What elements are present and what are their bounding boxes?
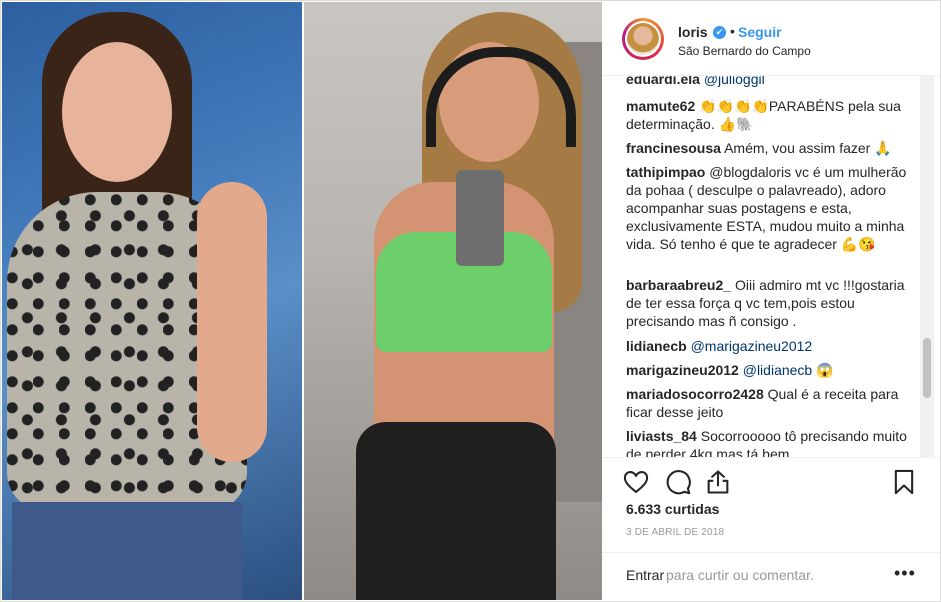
- comment-item: barbaraabreu2_ Oiii admiro mt vc !!!gost…: [626, 276, 908, 330]
- share-icon[interactable]: [704, 468, 732, 496]
- after-photo: [304, 2, 602, 600]
- comment-username[interactable]: francinesousa: [626, 140, 721, 156]
- heart-icon[interactable]: [622, 468, 650, 496]
- comment-text[interactable]: @marigazineu2012: [691, 338, 813, 354]
- comment-item: mamute62 👏👏👏👏PARABÉNS pela sua determina…: [626, 97, 908, 133]
- login-link[interactable]: Entrar: [626, 567, 664, 583]
- verified-badge-icon: ✔: [713, 26, 726, 39]
- scrollbar-thumb[interactable]: [923, 338, 931, 398]
- comment-username[interactable]: mariadosocorro2428: [626, 386, 764, 402]
- avatar-image: [627, 23, 659, 55]
- comments-list[interactable]: eduardi.ela @julioggil mamute62 👏👏👏👏PARA…: [602, 76, 940, 457]
- comment-text[interactable]: @lidianecb 😱: [743, 362, 834, 378]
- comment-icon[interactable]: [664, 468, 692, 496]
- post-header: loris ✔ • Seguir São Bernardo do Campo: [602, 2, 940, 76]
- comment-username[interactable]: barbaraabreu2_: [626, 277, 731, 293]
- separator-dot: •: [730, 23, 735, 39]
- post-photo[interactable]: [2, 2, 602, 600]
- post-modal: loris ✔ • Seguir São Bernardo do Campo e…: [0, 0, 941, 602]
- comment-placeholder: para curtir ou comentar.: [666, 567, 814, 583]
- after-leggings: [356, 422, 556, 600]
- comment-item: eduardi.ela @julioggil: [626, 76, 908, 88]
- comment-username[interactable]: liviasts_84: [626, 428, 697, 444]
- comment-text[interactable]: @julioggil: [704, 76, 765, 87]
- likes-count[interactable]: 6.633 curtidas: [626, 501, 719, 517]
- post-sidebar: loris ✔ • Seguir São Bernardo do Campo e…: [602, 2, 940, 600]
- comment-item: tathipimpao @blogdaloris vc é um mulherã…: [626, 163, 908, 253]
- location-link[interactable]: São Bernardo do Campo: [678, 44, 811, 58]
- before-jeans: [12, 502, 242, 600]
- follow-button[interactable]: Seguir: [738, 24, 782, 40]
- before-photo: [2, 2, 302, 600]
- more-options-icon[interactable]: •••: [894, 563, 916, 584]
- comment-username[interactable]: marigazineu2012: [626, 362, 739, 378]
- comment-item: francinesousa Amém, vou assim fazer 🙏: [626, 139, 908, 157]
- bookmark-icon[interactable]: [890, 468, 918, 496]
- comment-input-bar: Entrar para curtir ou comentar. •••: [602, 552, 940, 601]
- comment-username[interactable]: tathipimpao: [626, 164, 705, 180]
- avatar[interactable]: [622, 18, 664, 60]
- comment-item: marigazineu2012 @lidianecb 😱: [626, 361, 908, 379]
- comment-item: liviasts_84 Socorrooooo tô precisando mu…: [626, 427, 908, 457]
- comment-item: mariadosocorro2428 Qual é a receita para…: [626, 385, 908, 421]
- after-phone: [456, 170, 504, 266]
- comment-username[interactable]: mamute62: [626, 98, 695, 114]
- comments-scrollbar[interactable]: [920, 76, 934, 457]
- comment-username[interactable]: eduardi.ela: [626, 76, 700, 87]
- comment-text: Amém, vou assim fazer 🙏: [724, 140, 892, 156]
- before-arm: [197, 182, 267, 462]
- avatar-frame: [625, 21, 661, 57]
- before-face: [62, 42, 172, 182]
- comment-item: lidianecb @marigazineu2012: [626, 337, 908, 355]
- comment-username[interactable]: lidianecb: [626, 338, 687, 354]
- username-link[interactable]: loris: [678, 24, 708, 40]
- post-date: 3 DE ABRIL DE 2018: [626, 527, 725, 538]
